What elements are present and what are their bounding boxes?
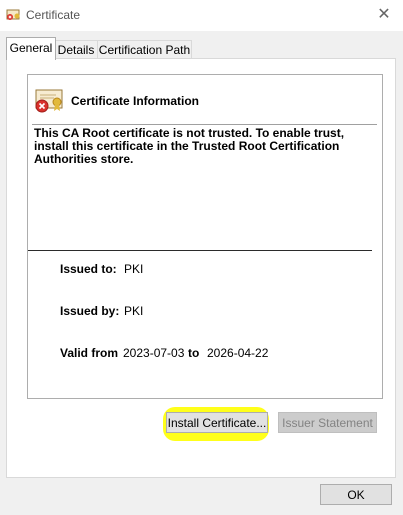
valid-from-label: Valid from — [60, 346, 119, 360]
install-certificate-button[interactable]: Install Certificate... — [166, 412, 268, 433]
untrusted-certificate-icon — [35, 89, 63, 113]
certificate-information-box: Certificate Information This CA Root cer… — [27, 74, 383, 399]
divider — [28, 250, 372, 251]
trust-warning-message: This CA Root certificate is not trusted.… — [34, 126, 345, 166]
valid-to-label: to — [188, 346, 200, 360]
general-tab-panel: Certificate Information This CA Root cer… — [6, 58, 396, 478]
window-title: Certificate — [26, 8, 81, 22]
certificate-information-heading: Certificate Information — [71, 94, 200, 108]
tab-general[interactable]: General — [6, 37, 56, 60]
close-icon[interactable]: ✕ — [372, 5, 396, 25]
issued-to-label: Issued to: — [60, 262, 117, 276]
issued-by-value: PKI — [124, 304, 144, 318]
ok-button[interactable]: OK — [320, 484, 392, 505]
issued-by-label: Issued by: — [60, 304, 120, 318]
certificate-icon — [6, 9, 20, 20]
tab-certification-path[interactable]: Certification Path — [97, 40, 192, 59]
tab-details[interactable]: Details — [54, 40, 98, 59]
issuer-statement-button[interactable]: Issuer Statement — [278, 412, 377, 433]
valid-from-value: 2023-07-03 — [123, 346, 185, 360]
title-bar: Certificate ✕ — [0, 0, 403, 31]
divider — [32, 124, 377, 125]
valid-to-value: 2026-04-22 — [207, 346, 269, 360]
issued-to-value: PKI — [124, 262, 144, 276]
